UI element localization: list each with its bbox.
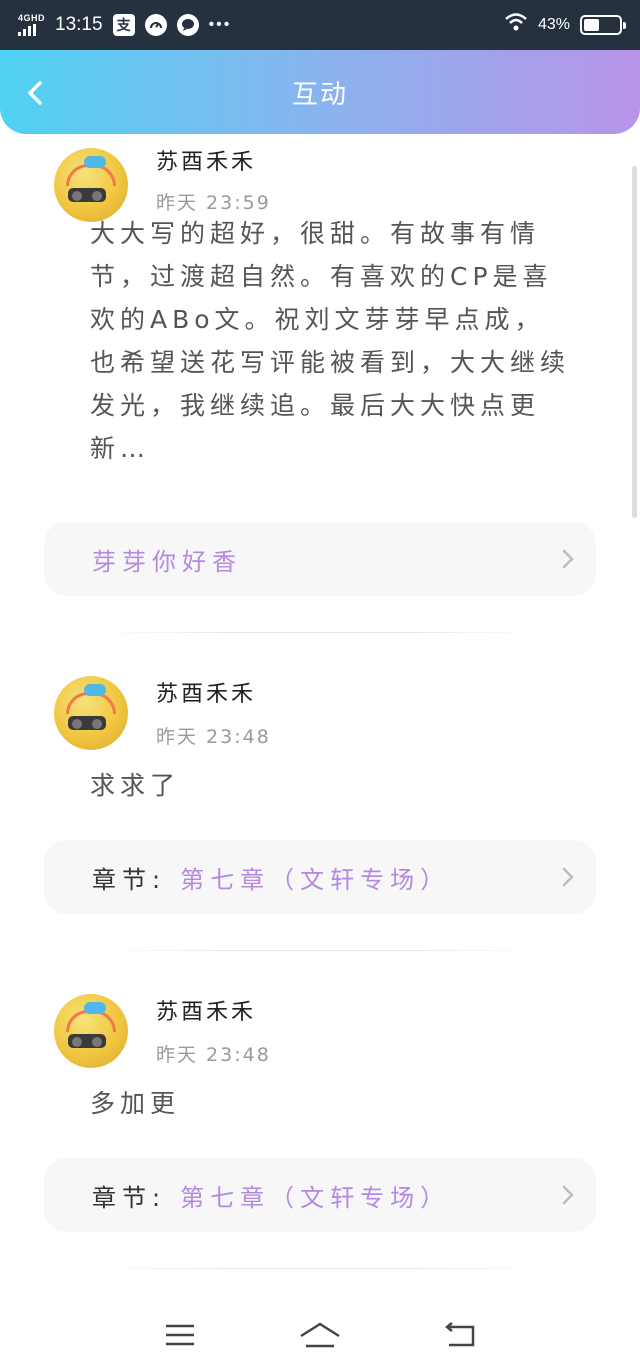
username[interactable]: 苏酉禾禾 [156,676,256,708]
comment-text: 求求了 [90,771,181,800]
comment-list[interactable]: 苏酉禾禾 昨天 23:59 大大写的超好，很甜。有故事有情节，过渡超自然。有喜欢… [0,148,640,1298]
back-arrow-icon [28,81,42,105]
network-type: 4GHD [18,13,46,23]
speed-icon [144,14,167,36]
avatar[interactable] [54,676,128,750]
username[interactable]: 苏酉禾禾 [156,148,256,176]
signal-icon [18,24,36,36]
network-indicator: 4GHD [18,14,45,36]
status-bar: 4GHD 13:15 支 ••• 43% [0,0,640,50]
chevron-right-icon [562,1185,574,1205]
chevron-right-icon [562,867,574,887]
comment-time: 昨天 23:48 [156,726,271,748]
comment-time: 昨天 23:59 [156,192,271,214]
scrollbar[interactable] [632,166,637,518]
home-button[interactable] [298,1313,342,1357]
battery-percent: 43% [537,16,570,33]
chapter-label: 章节: [92,865,167,894]
chapter-title: 第七章（文轩专场） [180,865,451,894]
battery-level [584,19,599,31]
clock: 13:15 [55,14,103,35]
wifi-icon [504,12,528,38]
page-title: 互动 [291,79,348,110]
more-notifications-icon: ••• [208,16,232,33]
payment-app-icon: 支 [112,14,135,36]
menu-button[interactable] [158,1313,202,1357]
app-header: 互动 [0,50,640,134]
menu-icon [166,1324,194,1346]
divider [100,1268,540,1269]
username[interactable]: 苏酉禾禾 [156,994,256,1026]
divider [100,950,540,951]
battery-icon [580,15,626,35]
back-nav-button[interactable] [438,1313,482,1357]
comment-time: 昨天 23:48 [156,1044,271,1066]
chapter-title: 第七章（文轩专场） [180,1183,451,1212]
chat-icon [176,14,199,36]
comment-text: 多加更 [90,1089,181,1118]
chapter-label: 章节: [92,1183,167,1212]
chevron-right-icon [562,549,574,569]
system-nav-bar [0,1298,640,1372]
back-icon [444,1322,475,1347]
back-button[interactable] [18,76,52,110]
chapter-reference-card[interactable]: 章节: 第七章（文轩专场） [44,1158,596,1232]
avatar[interactable] [54,994,128,1068]
avatar[interactable] [54,148,128,222]
divider [100,632,540,633]
home-icon [300,1322,340,1348]
book-reference-card[interactable]: 芽芽你好香 [44,522,596,596]
book-title: 芽芽你好香 [92,547,242,576]
chapter-reference-card[interactable]: 章节: 第七章（文轩专场） [44,840,596,914]
comment-text: 大大写的超好，很甜。有故事有情节，过渡超自然。有喜欢的CP是喜欢的ABo文。祝刘… [90,219,571,463]
